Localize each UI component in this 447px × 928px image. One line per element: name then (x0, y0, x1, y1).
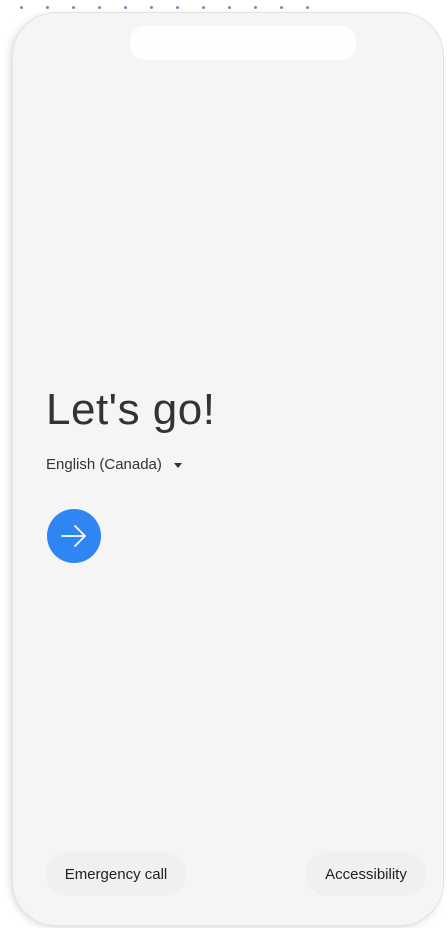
caret-down-icon (173, 462, 182, 468)
status-area (130, 26, 356, 60)
emergency-call-button[interactable]: Emergency call (46, 852, 186, 896)
arrow-right-icon (61, 525, 86, 547)
page-title: Let's go! (46, 385, 216, 434)
language-label: English (Canada) (46, 456, 162, 473)
accessibility-button[interactable]: Accessibility (306, 852, 426, 896)
language-dropdown[interactable]: English (Canada) (46, 456, 182, 473)
next-button[interactable] (47, 509, 101, 563)
